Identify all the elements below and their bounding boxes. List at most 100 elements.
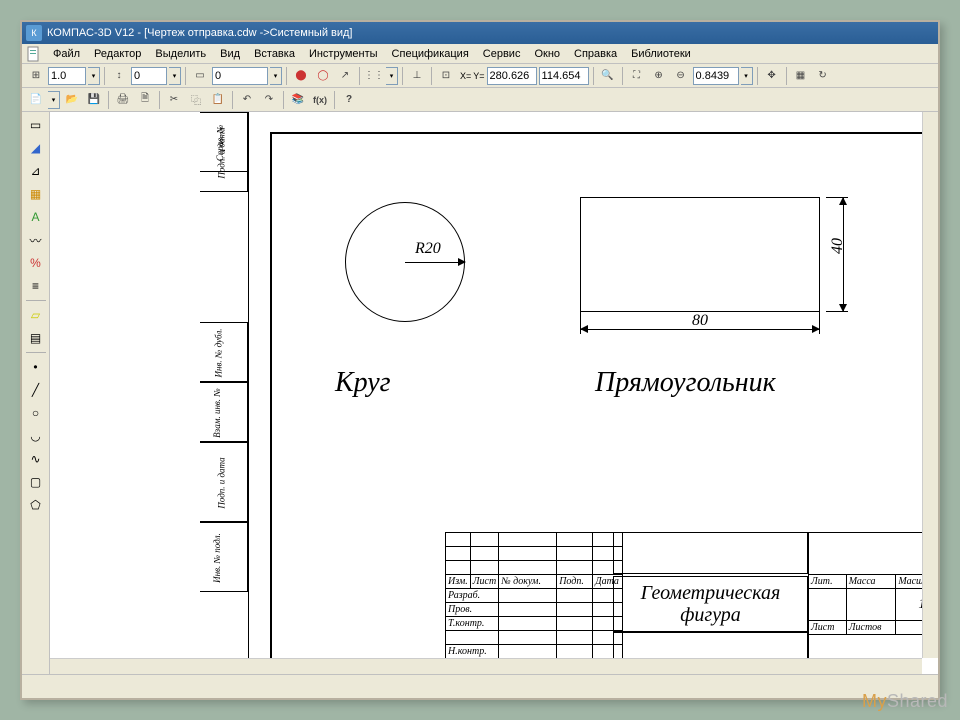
vstamp-4: Взам. инв. №	[200, 382, 248, 442]
snap2-icon[interactable]: ◯	[313, 66, 333, 86]
step2-drop[interactable]: ▾	[270, 67, 282, 85]
menu-editor[interactable]: Редактор	[87, 46, 148, 62]
dim-width: 80	[580, 322, 820, 336]
y-label: Y=	[473, 71, 484, 81]
point-tool-icon[interactable]: •	[25, 356, 47, 378]
menu-libraries[interactable]: Библиотеки	[624, 46, 698, 62]
dim-height: 40	[836, 197, 850, 312]
grid-snap-icon[interactable]: ⋮⋮	[364, 66, 384, 86]
drawing-canvas[interactable]: Справ. № Подп. и дата Инв. № дубл. Взам.…	[50, 112, 922, 658]
doc-icon	[26, 46, 42, 62]
select-tool-icon[interactable]: ▭	[25, 114, 47, 136]
dim-height-value: 40	[829, 238, 847, 254]
paste-icon[interactable]: 📋	[208, 90, 228, 110]
copy-icon[interactable]: ⿻	[186, 90, 206, 110]
menu-select[interactable]: Выделить	[148, 46, 213, 62]
edit-tool-icon[interactable]: 〰	[25, 229, 47, 251]
cut-icon[interactable]: ✂	[164, 90, 184, 110]
menu-help[interactable]: Справка	[567, 46, 624, 62]
undo-icon[interactable]: ↶	[237, 90, 257, 110]
watermark: MyShared	[862, 691, 948, 712]
circle-label: Круг	[335, 367, 391, 399]
radius-arrow	[458, 258, 466, 266]
param-tool-icon[interactable]: %	[25, 252, 47, 274]
coord-x[interactable]	[487, 67, 537, 85]
snap3-icon[interactable]: ↗	[335, 66, 355, 86]
layer-icon[interactable]: ▭	[190, 66, 210, 86]
x-label: X=	[460, 71, 471, 81]
text-tool-icon[interactable]: A	[25, 206, 47, 228]
step1-drop[interactable]: ▾	[169, 67, 181, 85]
fx-icon[interactable]: f(x)	[310, 90, 330, 110]
scrollbar-horizontal[interactable]	[50, 658, 922, 674]
window-title: КОМПАС-3D V12 - [Чертеж отправка.cdw ->С…	[47, 27, 353, 39]
dim-width-value: 80	[580, 312, 820, 330]
zoom-drop[interactable]: ▾	[741, 67, 753, 85]
scrollbar-vertical[interactable]	[922, 112, 938, 658]
zoom-input[interactable]	[693, 67, 739, 85]
toolbar-2: 📄 ▾ 📂 💾 🖨 🗎 ✂ ⿻ 📋 ↶ ↷ 📚 f(x) ?	[22, 88, 938, 112]
hatch-tool-icon[interactable]: ▦	[25, 183, 47, 205]
radius-line	[405, 262, 465, 263]
print-icon[interactable]: 🖨	[113, 90, 133, 110]
line-tool-icon[interactable]: ╱	[25, 379, 47, 401]
dimension-tool-icon[interactable]: ⊿	[25, 160, 47, 182]
coord-y[interactable]	[539, 67, 589, 85]
spec-tool-icon[interactable]: ▱	[25, 304, 47, 326]
grid-snap-drop[interactable]: ▾	[386, 67, 398, 85]
circle-tool-icon[interactable]: ○	[25, 402, 47, 424]
redo-icon[interactable]: ↷	[259, 90, 279, 110]
toolbar-1: ⊞ ▾ ↕ ▾ ▭ ▾ ⬤ ◯ ↗ ⋮⋮ ▾ ⊥ ⊡ X= Y= 🔍 ⛶ ⊕ ⊖…	[22, 64, 938, 88]
menu-view[interactable]: Вид	[213, 46, 247, 62]
help-icon[interactable]: ?	[339, 90, 359, 110]
rect-label: Прямоугольник	[595, 367, 776, 399]
coord-mode-icon[interactable]: ⊡	[436, 66, 456, 86]
snap1-icon[interactable]: ⬤	[291, 66, 311, 86]
rect-tool-icon[interactable]: ▢	[25, 471, 47, 493]
scale-drop[interactable]: ▾	[88, 67, 100, 85]
view-icon[interactable]: ▦	[791, 66, 811, 86]
menu-service[interactable]: Сервис	[476, 46, 528, 62]
step2-input[interactable]	[212, 67, 268, 85]
drawing-title: Геометрическая фигура	[613, 576, 808, 632]
menu-spec[interactable]: Спецификация	[385, 46, 476, 62]
grid-icon[interactable]: ⊞	[26, 66, 46, 86]
rectangle-shape	[580, 197, 820, 312]
title-block: Изм.Лист№ докум.Подп.Дата Разраб. Пров. …	[445, 532, 922, 658]
menu-insert[interactable]: Вставка	[247, 46, 302, 62]
zoom-extents-icon[interactable]: ⛶	[627, 66, 647, 86]
menu-file[interactable]: Файл	[46, 46, 87, 62]
tool-panel: ▭ ◢ ⊿ ▦ A 〰 % ≡ ▱ ▤ • ╱ ○ ◡ ∿ ▢ ⬠	[22, 112, 50, 674]
step1-input[interactable]	[131, 67, 167, 85]
spline-tool-icon[interactable]: ∿	[25, 448, 47, 470]
zoom-out-icon[interactable]: ⊖	[671, 66, 691, 86]
lib-icon[interactable]: 📚	[288, 90, 308, 110]
zoom-icon[interactable]: 🔍	[598, 66, 618, 86]
new-icon[interactable]: 📄	[26, 90, 46, 110]
scale-input[interactable]	[48, 67, 86, 85]
save-icon[interactable]: 💾	[84, 90, 104, 110]
pan-icon[interactable]: ✥	[762, 66, 782, 86]
refresh-icon[interactable]: ↻	[813, 66, 833, 86]
menu-window[interactable]: Окно	[527, 46, 567, 62]
drawing-sheet: Справ. № Подп. и дата Инв. № дубл. Взам.…	[200, 112, 922, 658]
geometry-tool-icon[interactable]: ◢	[25, 137, 47, 159]
preview-icon[interactable]: 🗎	[135, 90, 155, 110]
open-icon[interactable]: 📂	[62, 90, 82, 110]
vstamp-2: Подп. и дата	[200, 112, 248, 192]
vstamp-6: Инв. № подл.	[200, 522, 248, 592]
step-icon[interactable]: ↕	[109, 66, 129, 86]
arc-tool-icon[interactable]: ◡	[25, 425, 47, 447]
status-bar	[22, 674, 938, 698]
polygon-tool-icon[interactable]: ⬠	[25, 494, 47, 516]
menu-bar: Файл Редактор Выделить Вид Вставка Инстр…	[22, 44, 938, 64]
menu-tools[interactable]: Инструменты	[302, 46, 385, 62]
report-tool-icon[interactable]: ▤	[25, 327, 47, 349]
app-icon: К	[26, 25, 42, 41]
measure-tool-icon[interactable]: ≡	[25, 275, 47, 297]
title-bar: К КОМПАС-3D V12 - [Чертеж отправка.cdw -…	[22, 22, 938, 44]
zoom-in-icon[interactable]: ⊕	[649, 66, 669, 86]
new-drop[interactable]: ▾	[48, 91, 60, 109]
ortho-icon[interactable]: ⊥	[407, 66, 427, 86]
radius-dimension: R20	[415, 240, 441, 258]
